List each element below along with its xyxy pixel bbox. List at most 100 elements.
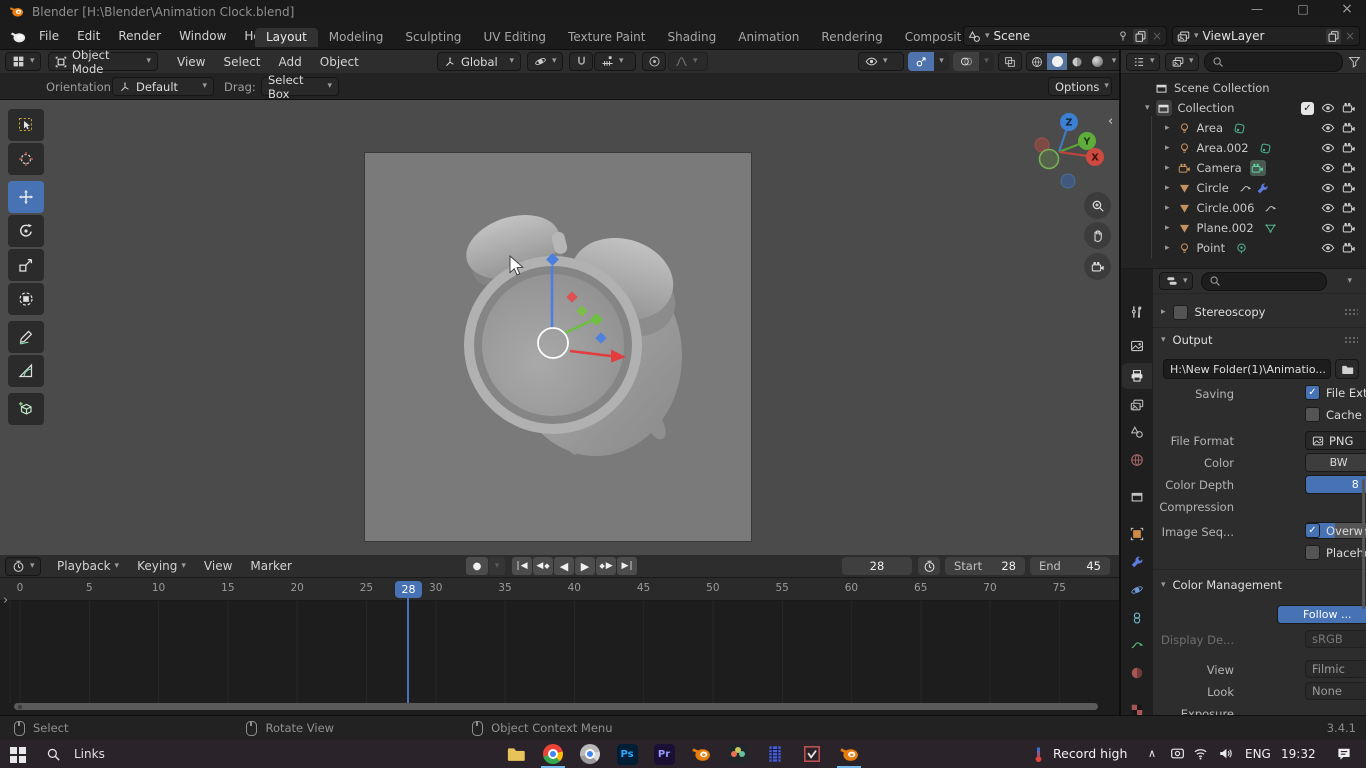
- viewport-camera-button[interactable]: [1084, 253, 1111, 280]
- menu-view[interactable]: View: [195, 559, 241, 573]
- frame-end-field[interactable]: End 45: [1030, 557, 1110, 575]
- render-visibility-icon[interactable]: [1342, 221, 1356, 235]
- disclosure-triangle-icon[interactable]: ▸: [1165, 163, 1170, 173]
- hide-eye-icon[interactable]: [1321, 201, 1335, 215]
- open-folder-button[interactable]: [1335, 359, 1359, 379]
- clock-time[interactable]: 19:32: [1281, 747, 1316, 761]
- chevron-down-icon[interactable]: ▾: [1347, 276, 1352, 286]
- disclosure-triangle-icon[interactable]: ▸: [1165, 223, 1170, 233]
- mode-dropdown[interactable]: Object Mode ▾: [48, 48, 158, 76]
- tab-rendering[interactable]: Rendering: [810, 28, 893, 47]
- alarm-clock-model[interactable]: [364, 152, 752, 542]
- menu-keying[interactable]: Keying ▾: [128, 559, 195, 573]
- use-preview-range-button[interactable]: [918, 557, 940, 575]
- tab-tool[interactable]: [1121, 299, 1152, 325]
- tab-shading[interactable]: Shading: [656, 28, 727, 47]
- temperature-tray-icon[interactable]: [1030, 746, 1047, 763]
- properties-editor-type-button[interactable]: ▾: [1159, 272, 1193, 290]
- tab-modifiers[interactable]: [1121, 549, 1152, 575]
- minimize-button[interactable]: —: [1240, 2, 1274, 16]
- tab-output[interactable]: [1122, 363, 1152, 389]
- viewport-pan-button[interactable]: [1084, 222, 1111, 249]
- depth-8-button[interactable]: 8: [1306, 476, 1366, 493]
- taskbar-blender-active[interactable]: [837, 743, 861, 765]
- tool-annotate[interactable]: [8, 321, 44, 353]
- shading-material-button[interactable]: [1067, 53, 1087, 70]
- hide-eye-icon[interactable]: [1321, 241, 1335, 255]
- auto-keying-button[interactable]: ●: [466, 557, 488, 575]
- volume-icon[interactable]: [1218, 746, 1233, 761]
- timeline-editor-type-button[interactable]: ▾: [5, 557, 41, 576]
- disclosure-triangle-icon[interactable]: ▸: [1165, 203, 1170, 213]
- menu-edit[interactable]: Edit: [68, 29, 109, 43]
- current-frame-field[interactable]: 28: [842, 557, 912, 575]
- outliner-row-area[interactable]: ▸ Area: [1121, 118, 1366, 138]
- viewport-3d[interactable]: Z Y X ‹: [0, 100, 1119, 555]
- orientation-dropdown[interactable]: Default ▾: [112, 77, 214, 96]
- play-button[interactable]: ▶: [575, 557, 595, 575]
- tray-weather-label[interactable]: Record high: [1053, 746, 1127, 761]
- language-indicator[interactable]: ENG: [1245, 747, 1271, 761]
- viewport-zoom-button[interactable]: [1084, 192, 1111, 219]
- outliner-row-circle006[interactable]: ▸ Circle.006: [1121, 198, 1366, 218]
- taskbar-blender[interactable]: [689, 743, 713, 765]
- search-icon[interactable]: [46, 747, 61, 762]
- editor-type-button[interactable]: ▾: [5, 52, 41, 71]
- outliner-row-plane002[interactable]: ▸ Plane.002: [1121, 218, 1366, 238]
- tool-move[interactable]: [8, 181, 44, 213]
- outliner-row-camera[interactable]: ▸ Camera: [1121, 158, 1366, 178]
- display-device-dropdown[interactable]: sRGB ▾: [1305, 630, 1366, 648]
- jump-to-end-button[interactable]: ▶ |: [617, 557, 637, 575]
- outliner-row-scene-collection[interactable]: Scene Collection: [1121, 78, 1366, 98]
- pin-icon[interactable]: [1117, 30, 1129, 42]
- look-dropdown[interactable]: None ▾: [1305, 682, 1366, 700]
- keying-set-dropdown[interactable]: ▾: [489, 557, 505, 575]
- tool-select-box[interactable]: [8, 109, 44, 141]
- color-bw-button[interactable]: BW: [1306, 454, 1366, 471]
- hide-eye-icon[interactable]: [1321, 141, 1335, 155]
- maximize-button[interactable]: □: [1286, 2, 1320, 16]
- tab-animation[interactable]: Animation: [727, 28, 810, 47]
- outliner-search-input[interactable]: [1204, 51, 1343, 72]
- menu-window[interactable]: Window: [170, 29, 235, 43]
- xray-toggle-button[interactable]: [998, 52, 1022, 71]
- jump-to-start-button[interactable]: | ◀: [512, 557, 532, 575]
- tool-measure[interactable]: [8, 355, 44, 387]
- menu-select[interactable]: Select: [214, 55, 269, 69]
- menu-file[interactable]: File: [30, 29, 68, 43]
- hide-eye-icon[interactable]: [1321, 181, 1335, 195]
- show-overlays-button[interactable]: [953, 52, 979, 71]
- playhead-badge[interactable]: 28: [395, 581, 422, 598]
- tool-scale[interactable]: [8, 249, 44, 281]
- properties-search-input[interactable]: [1201, 271, 1327, 291]
- wifi-icon[interactable]: [1193, 746, 1208, 761]
- viewlayer-selector[interactable]: ▾ ViewLayer ×: [1172, 26, 1360, 46]
- outliner-display-mode-button[interactable]: ▾: [1165, 52, 1199, 71]
- menu-playback[interactable]: Playback ▾: [48, 559, 128, 573]
- hide-eye-icon[interactable]: [1321, 121, 1335, 135]
- follow-button[interactable]: Follow ...: [1278, 606, 1366, 623]
- hide-eye-icon[interactable]: [1321, 161, 1335, 175]
- render-visibility-icon[interactable]: [1342, 121, 1356, 135]
- menu-object[interactable]: Object: [311, 55, 368, 69]
- render-visibility-icon[interactable]: [1342, 101, 1356, 115]
- snap-settings-dropdown[interactable]: ▾: [594, 52, 636, 71]
- tool-cursor[interactable]: [8, 143, 44, 175]
- start-button[interactable]: [10, 747, 26, 763]
- render-visibility-icon[interactable]: [1342, 181, 1356, 195]
- hide-eye-icon[interactable]: [1321, 101, 1335, 115]
- taskbar-resolve[interactable]: [726, 743, 750, 765]
- taskbar-search-label[interactable]: Links: [74, 747, 105, 761]
- playhead-line[interactable]: [407, 598, 409, 703]
- tool-rotate[interactable]: [8, 215, 44, 247]
- gizmo-settings-dropdown[interactable]: ▾: [934, 52, 949, 71]
- proportional-falloff-dropdown[interactable]: ▾: [668, 52, 708, 71]
- overwrite-checkbox[interactable]: ✓: [1305, 523, 1320, 538]
- scene-selector[interactable]: ▾ Scene ×: [963, 26, 1167, 46]
- capture-tray-icon[interactable]: [1170, 746, 1185, 761]
- menu-render[interactable]: Render: [109, 29, 170, 43]
- object-visibility-dropdown[interactable]: ▾: [858, 52, 904, 71]
- drag-dropdown[interactable]: Select Box ▾: [261, 73, 339, 101]
- taskbar-film-app[interactable]: [763, 743, 787, 765]
- render-visibility-icon[interactable]: [1342, 161, 1356, 175]
